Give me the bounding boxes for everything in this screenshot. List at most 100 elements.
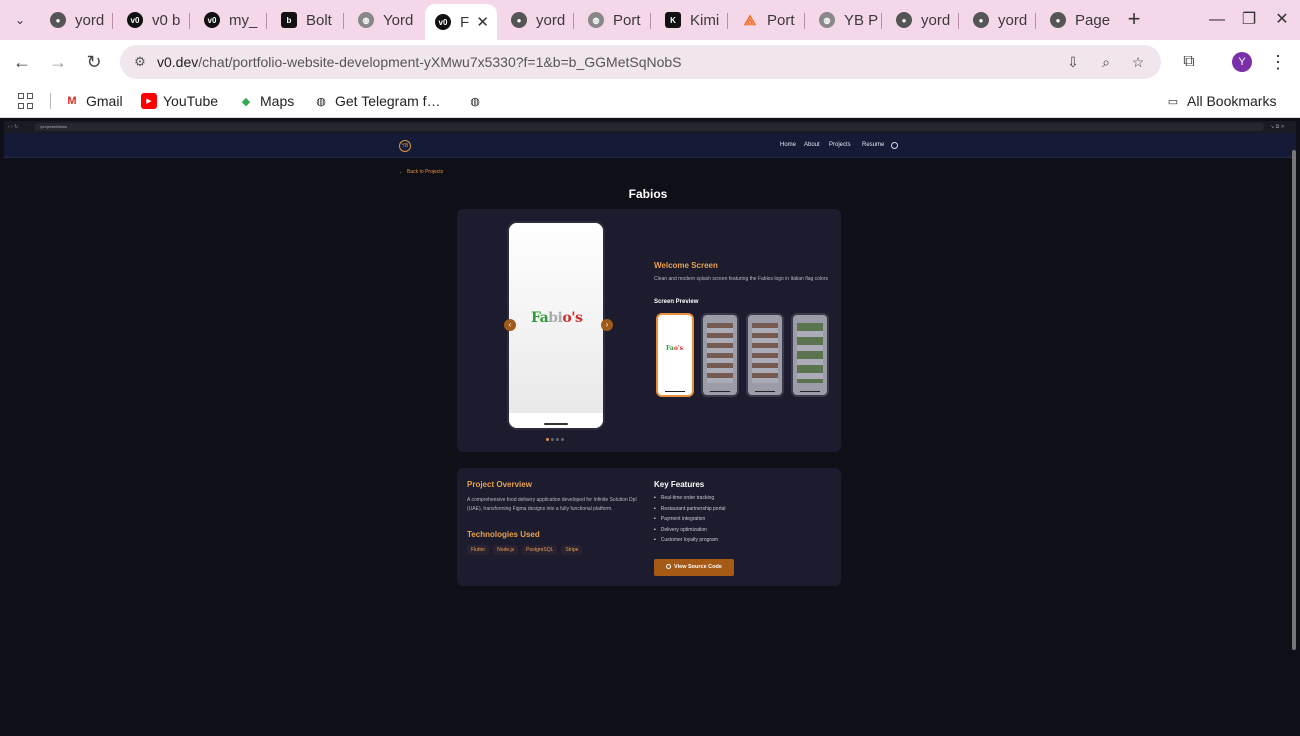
globe-icon: ◍ (316, 95, 326, 108)
carousel-prev-button[interactable]: ‹ (504, 319, 516, 331)
screen-thumbnail[interactable]: Fao's (656, 313, 694, 397)
github-icon: ● (973, 12, 989, 28)
minimize-icon[interactable]: — (1205, 8, 1229, 32)
tab-item[interactable]: ◍ Yord (348, 4, 421, 36)
address-bar[interactable]: ⚙ v0.dev/chat/portfolio-website-developm… (120, 45, 1161, 79)
technologies-title: Technologies Used (467, 530, 540, 539)
embedded-window-icons: ↘ ⧉ ✕ (1270, 124, 1285, 130)
nav-about[interactable]: About (804, 142, 820, 148)
screen-title: Welcome Screen (654, 261, 718, 270)
github-icon: ● (511, 12, 527, 28)
fabios-logo: Fabio's (531, 310, 583, 326)
bookmark-gmail[interactable]: M Gmail (64, 91, 122, 111)
tab-item[interactable]: ◍ YB P (809, 4, 882, 36)
bookmark-maps[interactable]: ◆ Maps (238, 91, 294, 111)
technologies-list: Flutter Node.js PostgreSQL Stripe (467, 545, 583, 555)
tab-item[interactable]: ● yord (963, 4, 1036, 36)
view-source-code-button[interactable]: View Source Code (654, 559, 734, 576)
carousel-dot[interactable] (546, 438, 549, 441)
extensions-icon[interactable]: ⧉ (1178, 51, 1200, 73)
gmail-icon: M (67, 95, 77, 107)
forward-arrow-icon[interactable]: → (46, 50, 70, 74)
feature-item: Payment integration (654, 516, 726, 527)
close-window-icon[interactable]: ✕ (1270, 8, 1294, 32)
tab-search-button[interactable]: ⌄ (8, 8, 32, 32)
all-bookmarks[interactable]: ▭ All Bookmarks (1165, 91, 1277, 111)
globe-icon: ◍ (588, 12, 604, 28)
restore-icon[interactable]: ❐ (1237, 8, 1261, 32)
feature-item: Delivery optimization (654, 527, 726, 538)
tab-item[interactable]: v0 my_ (194, 4, 267, 36)
bookmark-youtube[interactable]: ▶ YouTube (141, 91, 218, 111)
carousel-dots (546, 438, 564, 441)
project-title: Fabios (628, 187, 668, 201)
arrow-left-icon: ← (399, 169, 404, 175)
key-features-list: Real-time order tracking Restaurant part… (654, 495, 726, 548)
tech-badge: PostgreSQL (522, 545, 558, 555)
menu-kebab-icon[interactable]: ⋮ (1268, 50, 1288, 74)
tab-item[interactable]: ⟁ Port (732, 4, 805, 36)
phone-mockup: Fabio's (507, 221, 605, 430)
project-details-card: Project Overview A comprehensive food de… (457, 468, 841, 586)
v0-icon: v0 (435, 14, 451, 30)
tab-item[interactable]: ● yord (886, 4, 959, 36)
tab-item[interactable]: ● yord (40, 4, 113, 36)
maps-icon: ◆ (241, 95, 251, 108)
screen-thumbnail[interactable] (701, 313, 739, 397)
site-navbar: YB Home About Projects Resume (4, 133, 1296, 158)
screen-description: Clean and modern splash screen featuring… (654, 276, 828, 282)
tab-item[interactable]: K Kimi (655, 4, 728, 36)
tech-badge: Stripe (561, 545, 583, 555)
bookmarks-bar: M Gmail ▶ YouTube ◆ Maps ◍ Get Telegram f… ◍… (0, 84, 1300, 118)
embedded-url[interactable]: /projects/fabios (34, 123, 1264, 131)
tab-item[interactable]: ◍ Port (578, 4, 651, 36)
folder-icon: ▭ (1167, 95, 1179, 108)
back-arrow-icon[interactable]: ← (10, 50, 34, 74)
carousel-next-button[interactable]: › (601, 319, 613, 331)
carousel-dot[interactable] (556, 438, 559, 441)
screen-thumbnail[interactable] (791, 313, 829, 397)
kimi-icon: K (665, 12, 681, 28)
bookmark-telegram[interactable]: ◍ Get Telegram f… (313, 91, 440, 111)
new-tab-button[interactable]: + (1122, 8, 1146, 32)
carousel-dot[interactable] (561, 438, 564, 441)
carousel-dot[interactable] (551, 438, 554, 441)
page-viewport: ‹ › ↻ /projects/fabios ↘ ⧉ ✕ YB Home Abo… (4, 121, 1296, 733)
bookmark-star-icon[interactable]: ☆ (1129, 53, 1147, 71)
url-text[interactable]: v0.dev/chat/portfolio-website-developmen… (157, 54, 682, 70)
screen-thumbnail[interactable] (746, 313, 784, 397)
bolt-icon: b (281, 12, 297, 28)
nav-projects[interactable]: Projects (829, 142, 851, 148)
profile-avatar[interactable]: Y (1232, 52, 1252, 72)
globe-icon: ◍ (819, 12, 835, 28)
youtube-icon: ▶ (141, 93, 157, 109)
zoom-icon[interactable]: ⌕ (1097, 53, 1115, 71)
tab-item-active[interactable]: v0 F ✕ (425, 4, 497, 40)
portfolio-icon: ⟁ (743, 11, 757, 28)
tech-badge: Flutter (467, 545, 490, 555)
tab-item[interactable]: b Bolt (271, 4, 344, 36)
site-info-icon[interactable]: ⚙ (132, 54, 148, 70)
tab-item[interactable]: ● yord (501, 4, 574, 36)
tab-item[interactable]: ● Page (1040, 4, 1113, 36)
globe-icon: ◍ (358, 12, 374, 28)
site-logo[interactable]: YB (399, 140, 411, 152)
tab-strip: ⌄ ● yord v0 v0 b v0 my_ b Bolt ◍ Yord v0 F ✕ ● y… (0, 0, 1300, 40)
close-tab-icon[interactable]: ✕ (476, 13, 489, 31)
nav-resume[interactable]: Resume (862, 142, 884, 148)
install-app-icon[interactable]: ⇩ (1064, 53, 1082, 71)
reload-icon[interactable]: ↻ (82, 50, 106, 74)
v0-icon: v0 (127, 12, 143, 28)
nav-home[interactable]: Home (780, 142, 796, 148)
apps-grid-icon[interactable] (18, 93, 34, 109)
tab-item[interactable]: v0 v0 b (117, 4, 190, 36)
tech-badge: Node.js (493, 545, 519, 555)
bookmark-globe[interactable]: ◍ (467, 91, 489, 111)
page-scrollbar[interactable] (1292, 150, 1296, 650)
github-icon[interactable] (891, 142, 898, 149)
feature-item: Customer loyalty program (654, 537, 726, 548)
overview-description: A comprehensive food delivery applicatio… (467, 497, 637, 512)
screens-card: Fabio's ‹ › Welcome Screen Clean and mod… (457, 209, 841, 452)
back-to-projects-link[interactable]: ← Back to Projects (399, 169, 443, 175)
github-icon (666, 564, 672, 569)
